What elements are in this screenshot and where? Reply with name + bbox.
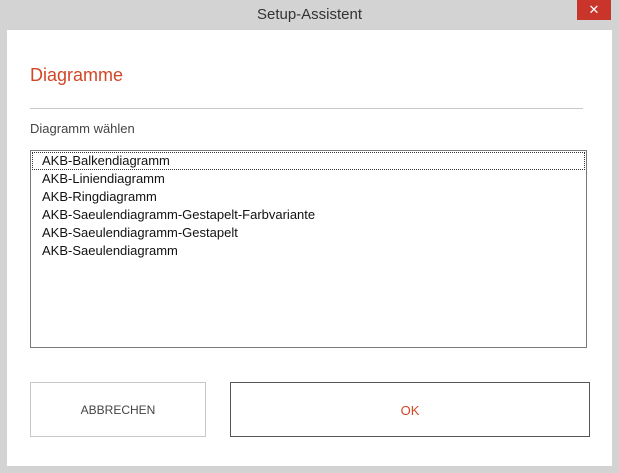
divider xyxy=(30,108,583,109)
dialog-body: Diagramme Diagramm wählen AKB-Balkendiag… xyxy=(7,30,612,466)
window-title: Setup-Assistent xyxy=(256,6,363,23)
close-icon: ✕ xyxy=(588,2,600,17)
list-item[interactable]: AKB-Saeulendiagramm-Gestapelt-Farbvarian… xyxy=(32,206,585,224)
close-button[interactable]: ✕ xyxy=(577,0,611,20)
diagram-listbox[interactable]: AKB-Balkendiagramm AKB-Liniendiagramm AK… xyxy=(30,150,587,348)
ok-button[interactable]: OK xyxy=(230,382,590,437)
list-item[interactable]: AKB-Balkendiagramm xyxy=(32,152,585,170)
title-bar: Setup-Assistent ✕ xyxy=(0,0,619,30)
list-item[interactable]: AKB-Saeulendiagramm xyxy=(32,242,585,260)
list-item[interactable]: AKB-Ringdiagramm xyxy=(32,188,585,206)
cancel-button[interactable]: ABBRECHEN xyxy=(30,382,206,437)
list-item[interactable]: AKB-Saeulendiagramm-Gestapelt xyxy=(32,224,585,242)
page-title: Diagramme xyxy=(30,65,124,85)
list-item[interactable]: AKB-Liniendiagramm xyxy=(32,170,585,188)
list-label: Diagramm wählen xyxy=(30,121,135,136)
